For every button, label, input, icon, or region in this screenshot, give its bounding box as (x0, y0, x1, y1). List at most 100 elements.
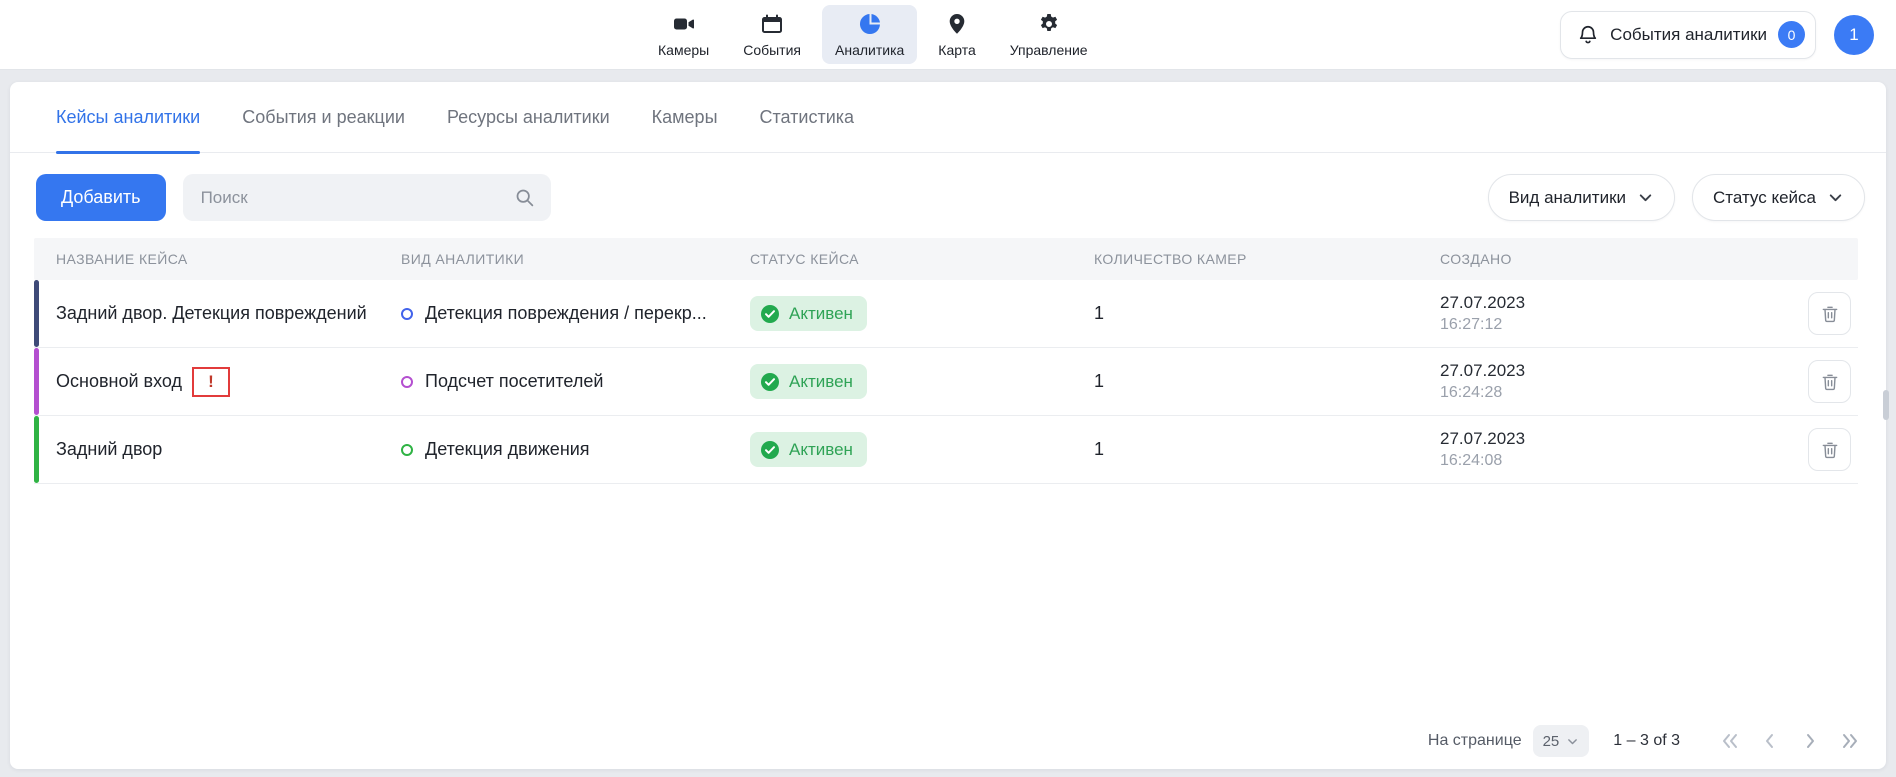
chevron-right-icon (1798, 729, 1822, 753)
per-page-value: 25 (1543, 733, 1560, 750)
row-accent-bar (34, 416, 39, 483)
gear-icon (1037, 12, 1061, 36)
per-page-label: На странице (1428, 732, 1522, 750)
topbar-right-group: События аналитики 0 1 (1560, 11, 1874, 59)
delete-case-button[interactable] (1808, 292, 1851, 335)
double-chevron-right-icon (1838, 729, 1862, 753)
map-pin-icon (945, 12, 969, 36)
tab-events-reactions[interactable]: События и реакции (242, 82, 405, 153)
nav-item-cameras[interactable]: Камеры (645, 5, 722, 64)
double-chevron-left-icon (1718, 729, 1742, 753)
panel-resize-handle[interactable] (1883, 390, 1889, 420)
check-circle-icon (760, 372, 780, 392)
analytics-type-label: Детекция повреждения / перекр... (425, 303, 707, 324)
search-input[interactable] (183, 174, 551, 221)
status-badge: Активен (750, 364, 867, 399)
add-button[interactable]: Добавить (36, 174, 166, 221)
delete-case-button[interactable] (1808, 428, 1851, 471)
status-label: Активен (789, 440, 853, 460)
events-count-badge: 0 (1778, 21, 1805, 48)
column-header-created: СОЗДАНО (1440, 251, 1808, 267)
created-at: 27.07.2023 16:27:12 (1440, 293, 1808, 334)
table-row[interactable]: Основной вход ! Подсчет посетителей Акти… (34, 348, 1858, 416)
filter-case-status-label: Статус кейса (1713, 188, 1816, 208)
trash-icon (1820, 304, 1840, 324)
check-circle-icon (760, 440, 780, 460)
column-header-case-status: СТАТУС КЕЙСА (750, 251, 1094, 267)
created-time: 16:24:08 (1440, 452, 1808, 470)
analytics-type-icon (401, 308, 413, 320)
chevron-down-icon (1827, 189, 1844, 206)
cases-table: НАЗВАНИЕ КЕЙСА ВИД АНАЛИТИКИ СТАТУС КЕЙС… (34, 238, 1858, 484)
main-navigation: Камеры События Аналитика Карта Управлени… (645, 0, 1101, 69)
tab-statistics[interactable]: Статистика (760, 82, 855, 153)
analytics-pie-icon (858, 12, 882, 36)
nav-label-events: События (743, 42, 801, 58)
camera-count: 1 (1094, 371, 1440, 392)
status-badge: Активен (750, 296, 867, 331)
chevron-down-icon (1637, 189, 1654, 206)
tab-cameras[interactable]: Камеры (652, 82, 718, 153)
nav-label-map: Карта (938, 42, 975, 58)
camera-count: 1 (1094, 439, 1440, 460)
bell-icon (1577, 24, 1599, 46)
filters-group: Вид аналитики Статус кейса (1488, 174, 1865, 221)
nav-item-map[interactable]: Карта (925, 5, 988, 64)
created-time: 16:24:28 (1440, 384, 1808, 402)
created-date: 27.07.2023 (1440, 361, 1808, 381)
first-page-button[interactable] (1718, 729, 1742, 753)
created-time: 16:27:12 (1440, 316, 1808, 334)
camera-count: 1 (1094, 303, 1440, 324)
top-bar: Камеры События Аналитика Карта Управлени… (0, 0, 1896, 70)
chevron-down-icon (1566, 735, 1579, 748)
tab-analytics-resources[interactable]: Ресурсы аналитики (447, 82, 610, 153)
prev-page-button[interactable] (1758, 729, 1782, 753)
delete-case-button[interactable] (1808, 360, 1851, 403)
search-icon (514, 187, 535, 208)
created-date: 27.07.2023 (1440, 429, 1808, 449)
table-row[interactable]: Задний двор Детекция движения Активен 1 … (34, 416, 1858, 484)
created-at: 27.07.2023 16:24:28 (1440, 361, 1808, 402)
chevron-left-icon (1758, 729, 1782, 753)
analytics-type-label: Детекция движения (425, 439, 590, 460)
per-page-control: На странице 25 (1428, 725, 1589, 757)
case-name: Основной вход (56, 371, 182, 392)
column-header-camera-count: КОЛИЧЕСТВО КАМЕР (1094, 251, 1440, 267)
nav-item-management[interactable]: Управление (997, 5, 1101, 64)
table-row[interactable]: Задний двор. Детекция повреждений Детекц… (34, 280, 1858, 348)
pager-buttons (1718, 729, 1862, 753)
nav-label-analytics: Аналитика (835, 42, 904, 58)
status-label: Активен (789, 304, 853, 324)
events-calendar-icon (760, 12, 784, 36)
analytics-panel: Кейсы аналитики События и реакции Ресурс… (10, 82, 1886, 769)
toolbar: Добавить Вид аналитики Статус кейса (36, 174, 1865, 221)
filter-analytics-type[interactable]: Вид аналитики (1488, 174, 1675, 221)
user-avatar[interactable]: 1 (1834, 15, 1874, 55)
row-accent-bar (34, 348, 39, 415)
check-circle-icon (760, 304, 780, 324)
column-header-analytics-type: ВИД АНАЛИТИКИ (401, 251, 750, 267)
tab-analytics-cases[interactable]: Кейсы аналитики (56, 82, 200, 153)
next-page-button[interactable] (1798, 729, 1822, 753)
analytics-events-button[interactable]: События аналитики 0 (1560, 11, 1816, 59)
table-body: Задний двор. Детекция повреждений Детекц… (34, 280, 1858, 484)
nav-label-management: Управление (1010, 42, 1088, 58)
case-name: Задний двор. Детекция повреждений (56, 303, 367, 324)
exclamation-icon: ! (208, 372, 214, 392)
column-header-case-name: НАЗВАНИЕ КЕЙСА (34, 251, 401, 267)
pagination-range: 1 – 3 of 3 (1613, 732, 1680, 750)
pagination-bar: На странице 25 1 – 3 of 3 (1428, 725, 1862, 757)
filter-case-status[interactable]: Статус кейса (1692, 174, 1865, 221)
per-page-select[interactable]: 25 (1533, 725, 1590, 757)
nav-item-analytics[interactable]: Аналитика (822, 5, 917, 64)
search-field-wrap (183, 174, 551, 221)
trash-icon (1820, 440, 1840, 460)
last-page-button[interactable] (1838, 729, 1862, 753)
analytics-type-label: Подсчет посетителей (425, 371, 603, 392)
nav-item-events[interactable]: События (730, 5, 814, 64)
analytics-type-icon (401, 444, 413, 456)
table-header-row: НАЗВАНИЕ КЕЙСА ВИД АНАЛИТИКИ СТАТУС КЕЙС… (34, 238, 1858, 280)
analytics-type-icon (401, 376, 413, 388)
filter-analytics-type-label: Вид аналитики (1509, 188, 1626, 208)
status-badge: Активен (750, 432, 867, 467)
